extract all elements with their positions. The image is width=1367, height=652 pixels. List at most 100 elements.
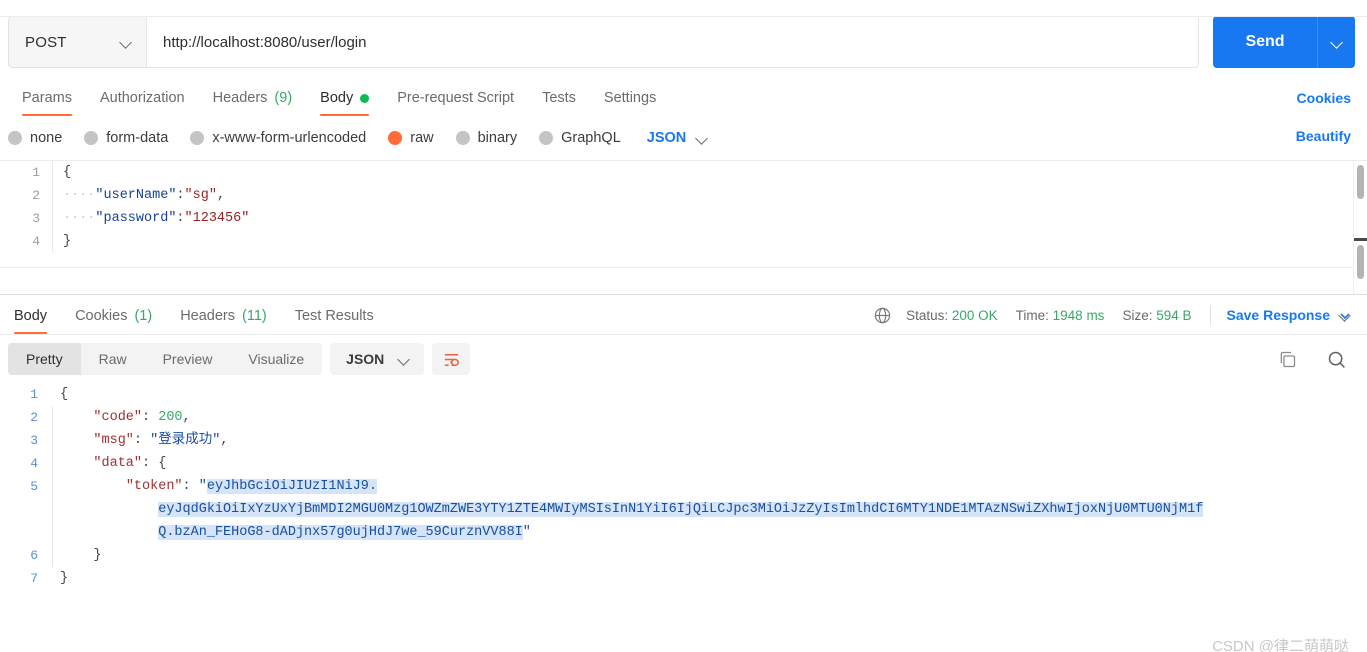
- json-key: "msg": [93, 433, 134, 448]
- tab-label: Body: [14, 308, 48, 324]
- time-label: Time:: [1015, 307, 1049, 323]
- line-number: 6: [30, 548, 38, 563]
- code-text: }: [53, 544, 101, 567]
- code-line: 3 "msg": "登录成功",: [0, 429, 1367, 452]
- tab-params[interactable]: Params: [8, 90, 86, 116]
- raw-format-dropdown[interactable]: JSON: [647, 130, 709, 146]
- json-key: "token": [125, 479, 183, 494]
- json-string: "登录成功": [150, 433, 221, 448]
- http-method-dropdown[interactable]: POST: [8, 16, 146, 68]
- indent-guide: ····: [63, 188, 96, 203]
- watermark: CSDN @律二萌萌哒: [1212, 638, 1349, 652]
- tab-settings[interactable]: Settings: [590, 90, 670, 116]
- tab-label: Test Results: [294, 308, 374, 324]
- json-key: "code": [93, 410, 143, 425]
- json-number: 200: [158, 410, 183, 425]
- code-text: "data": {: [53, 452, 166, 475]
- tab-headers[interactable]: Headers (9): [199, 90, 307, 116]
- tab-label: Authorization: [99, 90, 185, 106]
- body-mode-raw[interactable]: raw: [388, 130, 434, 146]
- tab-authorization[interactable]: Authorization: [86, 90, 199, 116]
- tab-count: (11): [242, 308, 267, 324]
- line-number: 2: [32, 188, 40, 203]
- response-actions: [1277, 349, 1347, 370]
- radio-icon: [190, 131, 205, 145]
- body-mode-form-data[interactable]: form-data: [84, 130, 168, 146]
- response-tab-body[interactable]: Body: [0, 308, 61, 334]
- response-tab-cookies[interactable]: Cookies (1): [61, 308, 166, 334]
- json-colon: :: [176, 188, 185, 203]
- send-button[interactable]: Send: [1213, 16, 1317, 68]
- response-format-dropdown[interactable]: JSON: [330, 343, 425, 375]
- body-mode-binary[interactable]: binary: [455, 130, 518, 146]
- word-wrap-toggle[interactable]: [432, 343, 471, 375]
- status-meta: Status: 200 OK: [906, 308, 998, 323]
- view-mode-visualize[interactable]: Visualize: [230, 343, 322, 375]
- response-tab-headers[interactable]: Headers (11): [166, 308, 281, 334]
- request-code: 1 { 2 ····"userName":"sg", 3 ····"passwo…: [0, 161, 1367, 253]
- pane-resize-handle[interactable]: [1354, 238, 1367, 241]
- size-meta: Size: 594 B: [1122, 308, 1191, 323]
- code-text: "token": "eyJhbGciOiJIUzI1NiJ9.: [53, 475, 377, 498]
- code-line: 2 "code": 200,: [0, 406, 1367, 429]
- response-tab-test-results[interactable]: Test Results: [281, 308, 388, 334]
- body-mode-urlencoded[interactable]: x-www-form-urlencoded: [190, 130, 366, 146]
- indent-guide: ····: [63, 211, 96, 226]
- response-body-viewer[interactable]: 1 { 2 "code": 200, 3 "msg": "登录成功", 4 "d…: [0, 383, 1367, 595]
- code-text: }: [60, 571, 69, 586]
- tab-label: Pre-request Script: [397, 90, 515, 106]
- token-value-part1: eyJhbGciOiJIUzI1NiJ9.: [206, 479, 377, 494]
- send-options-button[interactable]: [1317, 16, 1355, 68]
- tab-count: (9): [274, 90, 293, 106]
- search-button[interactable]: [1326, 349, 1347, 370]
- scrollbar-thumb-secondary[interactable]: [1357, 245, 1364, 279]
- view-mode-raw[interactable]: Raw: [81, 343, 145, 375]
- json-key: "data": [93, 456, 143, 471]
- editor-scrollbar[interactable]: [1353, 161, 1367, 294]
- radio-icon: [455, 131, 470, 145]
- body-mode-label: binary: [477, 130, 518, 146]
- tab-body[interactable]: Body: [306, 90, 383, 116]
- tab-label: Params: [22, 90, 72, 106]
- radio-icon: [8, 131, 22, 145]
- json-colon: :: [182, 479, 199, 494]
- copy-button[interactable]: [1277, 349, 1298, 370]
- line-number: 3: [32, 211, 40, 226]
- request-url-input[interactable]: [146, 16, 1199, 68]
- line-number: 1: [30, 387, 38, 402]
- code-line: 7 }: [0, 567, 1367, 590]
- json-brace: {: [158, 456, 167, 471]
- beautify-link[interactable]: Beautify: [1296, 128, 1351, 144]
- body-mode-graphql[interactable]: GraphQL: [539, 130, 621, 146]
- line-number: 4: [32, 234, 40, 249]
- chevron-down-icon: [696, 132, 708, 144]
- view-mode-pretty[interactable]: Pretty: [8, 343, 81, 375]
- save-response-button[interactable]: Save Response: [1227, 307, 1352, 323]
- tab-label: Headers: [180, 308, 235, 324]
- code-text: {: [63, 165, 72, 180]
- copy-icon: [1280, 351, 1296, 368]
- tab-tests[interactable]: Tests: [528, 90, 590, 116]
- cookies-link[interactable]: Cookies: [1297, 90, 1351, 106]
- save-response-label: Save Response: [1226, 307, 1331, 323]
- request-tabs: Params Authorization Headers (9) Body Pr…: [0, 78, 1367, 116]
- json-quote: ": [522, 525, 531, 540]
- tab-label: Headers: [212, 90, 268, 106]
- token-value-part2: eyJqdGkiOiIxYzUxYjBmMDI2MGU0Mzg1OWZmZWE3…: [158, 502, 1204, 517]
- status-value: 200 OK: [951, 307, 998, 323]
- chevron-down-icon: [1331, 36, 1343, 48]
- size-value: 594 B: [1156, 307, 1192, 323]
- code-text: }: [63, 234, 72, 249]
- view-mode-preview[interactable]: Preview: [145, 343, 231, 375]
- response-view-toolbar: Pretty Raw Preview Visualize JSON: [0, 335, 1367, 383]
- body-mode-none[interactable]: none: [8, 130, 62, 146]
- code-line: 5 "token": "eyJhbGciOiJIUzI1NiJ9.: [0, 475, 1367, 498]
- tab-pre-request-script[interactable]: Pre-request Script: [383, 90, 528, 116]
- time-meta: Time: 1948 ms: [1016, 308, 1105, 323]
- scrollbar-thumb[interactable]: [1357, 165, 1364, 199]
- radio-selected-icon: [388, 131, 403, 145]
- code-line: eyJqdGkiOiIxYzUxYjBmMDI2MGU0Mzg1OWZmZWE3…: [0, 498, 1367, 521]
- body-present-dot-icon: [360, 93, 370, 103]
- request-body-editor[interactable]: 1 { 2 ····"userName":"sg", 3 ····"passwo…: [0, 160, 1367, 295]
- code-line: 4 "data": {: [0, 452, 1367, 475]
